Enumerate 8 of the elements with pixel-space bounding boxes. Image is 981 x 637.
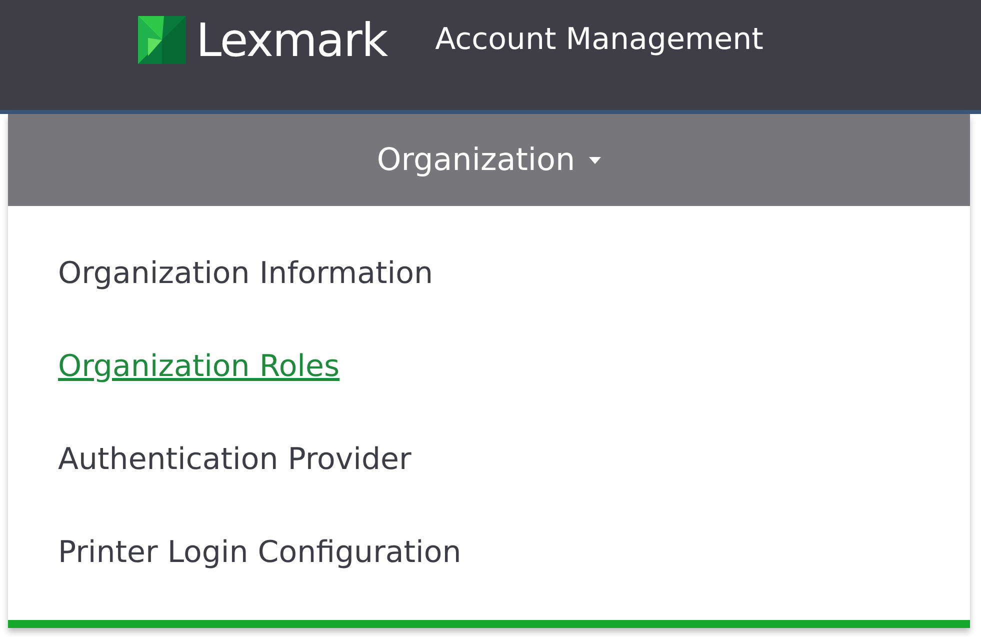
organization-dropdown[interactable]: Organization [8,114,970,206]
menu-item[interactable]: Printer Login Configuration [8,507,462,600]
menu-item[interactable]: Authentication Provider [8,414,412,507]
menu-item[interactable]: Organization Roles [8,321,340,414]
menu-item[interactable]: Organization Information [8,228,433,321]
app-title: Account Management [435,21,764,59]
logo-icon [138,16,186,64]
brand-name: Lexmark [196,14,388,66]
